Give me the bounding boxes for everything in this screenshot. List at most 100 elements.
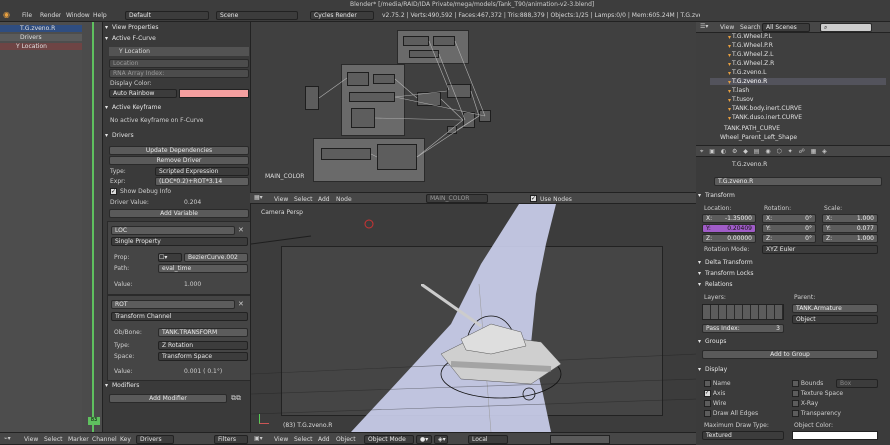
- outliner-item[interactable]: T.G.Wheel.P.R: [710, 42, 886, 49]
- show-debug-checkbox[interactable]: ✓: [110, 188, 117, 195]
- transform-orientation-select[interactable]: Local: [468, 435, 508, 444]
- var-type-select[interactable]: Single Property: [111, 237, 248, 246]
- groups-header[interactable]: Groups: [696, 336, 890, 347]
- render-engine-select[interactable]: Cycles Render: [310, 11, 374, 20]
- pivot-select[interactable]: ◈▾: [434, 435, 448, 444]
- name-option[interactable]: Name: [704, 379, 731, 388]
- outliner-item[interactable]: TANK.PATH_CURVE: [702, 125, 886, 132]
- remove-driver-button[interactable]: Remove Driver: [109, 156, 249, 165]
- copy-icon[interactable]: ⧉⧉: [231, 394, 241, 403]
- mode-select[interactable]: Object Mode: [364, 435, 414, 444]
- node-menu-view[interactable]: View: [274, 196, 288, 203]
- graph-menu-view[interactable]: View: [24, 436, 38, 443]
- menu-help[interactable]: Help: [93, 12, 107, 19]
- graph-menu-key[interactable]: Key: [120, 436, 131, 443]
- menu-render[interactable]: Render: [40, 12, 61, 19]
- prop-object-field[interactable]: BezierCurve.002: [184, 253, 248, 262]
- var-name-field[interactable]: ROT: [111, 300, 235, 309]
- active-keyframe-header[interactable]: Active Keyframe: [103, 102, 251, 113]
- close-icon[interactable]: ✕: [238, 226, 244, 234]
- filters-button[interactable]: Filters: [214, 435, 248, 444]
- transparency-checkbox[interactable]: [792, 410, 799, 417]
- channel-object[interactable]: T.G.zveno.R: [0, 25, 82, 32]
- drivers-header[interactable]: Drivers: [103, 130, 251, 141]
- objbone-field[interactable]: TANK.TRANSFORM: [158, 328, 248, 337]
- channel-drivers[interactable]: Drivers: [0, 34, 82, 41]
- relations-header[interactable]: Relations: [696, 279, 890, 290]
- add-menu[interactable]: Add: [318, 436, 330, 443]
- modifiers-header[interactable]: Modifiers: [103, 380, 251, 391]
- prop-id-select[interactable]: ☐▾: [158, 253, 182, 262]
- outliner-search-field[interactable]: ⌕: [820, 23, 872, 32]
- object-menu[interactable]: Object: [336, 436, 356, 443]
- location-y-field[interactable]: Y: 0.20409: [702, 224, 756, 233]
- bounds-checkbox[interactable]: [792, 380, 799, 387]
- parent-field[interactable]: TANK.Armature: [792, 304, 878, 313]
- x-ray-option[interactable]: X-Ray: [792, 399, 818, 408]
- view-menu[interactable]: View: [274, 436, 288, 443]
- add-modifier-button[interactable]: Add Modifier: [109, 394, 227, 403]
- space-select[interactable]: Transform Space: [158, 352, 248, 361]
- rotation-z-field[interactable]: Z: 0°: [762, 234, 816, 243]
- expression-field[interactable]: (LOC*0.2)+ROT*3.14: [155, 177, 249, 186]
- outliner-item[interactable]: TANK.body.inert.CURVE: [710, 105, 886, 112]
- select-menu[interactable]: Select: [294, 436, 313, 443]
- node-menu-select[interactable]: Select: [294, 196, 313, 203]
- node-editor[interactable]: MAIN_COLOR: [250, 22, 696, 192]
- outliner-menu-search[interactable]: Search: [740, 24, 761, 31]
- update-dependencies-button[interactable]: Update Dependencies: [109, 146, 249, 155]
- rna-index-field[interactable]: RNA Array Index:: [109, 69, 249, 78]
- outliner-item-selected[interactable]: T.G.zveno.R: [710, 78, 886, 85]
- scale-z-field[interactable]: Z: 1.000: [822, 234, 878, 243]
- wire-checkbox[interactable]: [704, 400, 711, 407]
- material-select[interactable]: MAIN_COLOR: [426, 194, 488, 203]
- bounds-type-select[interactable]: Box: [836, 379, 878, 388]
- editor-type-icon[interactable]: ▦▾: [254, 194, 263, 201]
- bounds-option[interactable]: Bounds: [792, 379, 823, 388]
- transparency-option[interactable]: Transparency: [792, 409, 841, 418]
- outliner-scope-select[interactable]: All Scenes: [762, 23, 810, 32]
- rotation-y-field[interactable]: Y: 0°: [762, 224, 816, 233]
- delta-transform-header[interactable]: Delta Transform: [696, 257, 890, 268]
- editor-type-icon[interactable]: ☰▾: [700, 23, 708, 30]
- x-ray-checkbox[interactable]: [792, 400, 799, 407]
- active-fcurve-header[interactable]: Active F-Curve: [103, 33, 251, 44]
- transform-header[interactable]: Transform: [696, 190, 890, 201]
- add-variable-button[interactable]: Add Variable: [109, 209, 249, 218]
- outliner-item[interactable]: TANK.duso.inert.CURVE: [710, 114, 886, 121]
- 3d-viewport[interactable]: Camera Persp (83) T.G.zveno.R: [250, 204, 696, 432]
- blender-logo-icon[interactable]: ◉: [3, 10, 10, 19]
- graph-menu-channel[interactable]: Channel: [92, 436, 117, 443]
- add-to-group-button[interactable]: Add to Group: [702, 350, 878, 359]
- node-menu-node[interactable]: Node: [336, 196, 352, 203]
- outliner-item[interactable]: T.G.Wheel.P.L: [710, 33, 886, 40]
- pass-index-field[interactable]: Pass Index: 3: [702, 324, 784, 333]
- menu-file[interactable]: File: [22, 12, 32, 19]
- layout-select[interactable]: Default: [125, 11, 209, 20]
- editor-type-icon[interactable]: ▣▾: [254, 435, 263, 442]
- transform-type-select[interactable]: Z Rotation: [158, 341, 248, 350]
- close-icon[interactable]: ✕: [238, 300, 244, 308]
- location-x-field[interactable]: X: -1.35000: [702, 214, 756, 223]
- color-mode-select[interactable]: Auto Rainbow: [109, 89, 177, 98]
- object-name-field[interactable]: T.G.zveno.R: [714, 177, 882, 186]
- scene-select[interactable]: Scene: [216, 11, 298, 20]
- path-field[interactable]: eval_time: [158, 264, 248, 273]
- layer-buttons[interactable]: [550, 435, 610, 444]
- draw-all-edges-checkbox[interactable]: [704, 410, 711, 417]
- graph-menu-select[interactable]: Select: [44, 436, 63, 443]
- outliner-menu-view[interactable]: View: [720, 24, 734, 31]
- view-properties-header[interactable]: View Properties: [103, 22, 251, 33]
- var-type-select[interactable]: Transform Channel: [111, 312, 248, 321]
- menu-window[interactable]: Window: [66, 12, 90, 19]
- fcurve-color-swatch[interactable]: [179, 89, 249, 98]
- editor-type-icon[interactable]: ⌁▾: [4, 435, 11, 442]
- axis-checkbox[interactable]: ✓: [704, 390, 711, 397]
- properties-tab-icons[interactable]: ⌖ ▣ ◐ ⚙ ◆ ▤ ◉ ⬡ ✦ ☍ ▦ ◈: [700, 148, 829, 156]
- shading-select[interactable]: ●▾: [416, 435, 432, 444]
- rotation-x-field[interactable]: X: 0°: [762, 214, 816, 223]
- parent-type-select[interactable]: Object: [792, 315, 878, 324]
- scale-y-field[interactable]: Y: 0.077: [822, 224, 878, 233]
- graph-mode-select[interactable]: Drivers: [136, 435, 174, 444]
- node-menu-add[interactable]: Add: [318, 196, 330, 203]
